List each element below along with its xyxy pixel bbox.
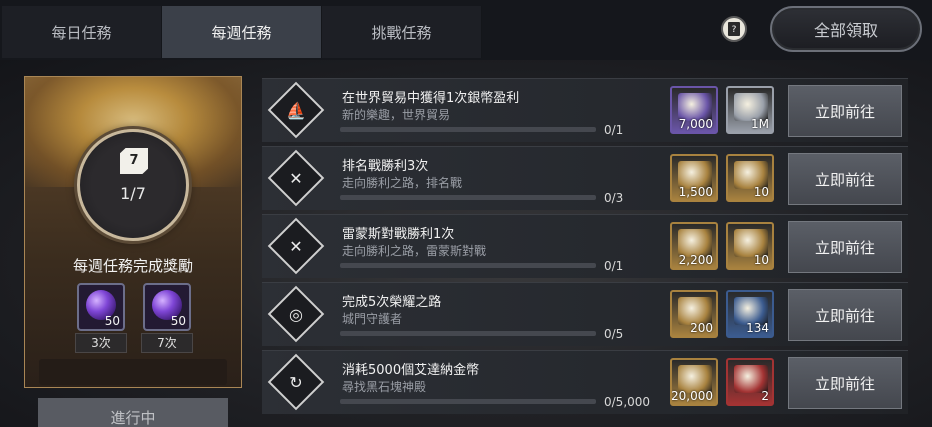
- go-now-button[interactable]: 立即前往: [788, 221, 902, 273]
- reward-qty: 50: [104, 314, 120, 328]
- mission-progress-text: 0/5,000: [604, 395, 651, 409]
- go-now-button[interactable]: 立即前往: [788, 357, 902, 409]
- mission-row: ↻ 消耗5000個艾達納金幣 尋找黑石塊神殿 0/5,000 20,000 2 立即前往: [262, 350, 908, 414]
- mission-title: 排名戰勝利3次: [342, 159, 429, 174]
- reward-tier-tag: 3次: [75, 333, 127, 353]
- mission-glyph: ✕: [289, 236, 303, 256]
- trade-ship-icon: ⛵: [267, 81, 325, 139]
- in-progress-button[interactable]: 進行中: [38, 398, 228, 427]
- mission-progress-text: 0/3: [604, 191, 624, 205]
- reward-qty: 200: [690, 321, 713, 335]
- reward-qty: 10: [753, 185, 769, 199]
- purple-orb-icon[interactable]: 50: [77, 283, 125, 331]
- mission-row: ✕ 雷蒙斯對戰勝利1次走向勝利之路，雷蒙斯對戰 0/1 2,200 10 立即前往: [262, 214, 908, 278]
- gold-pile-icon[interactable]: 20,000: [670, 358, 718, 406]
- red-banner-icon[interactable]: 2: [726, 358, 774, 406]
- mission-progress-text: 0/1: [604, 123, 624, 137]
- mission-progress-bar: [340, 127, 596, 132]
- mission-glyph: ⛵: [286, 100, 306, 120]
- mission-title: 消耗5000個艾達納金幣: [342, 363, 480, 378]
- mission-subtitle: 尋找黑石塊神殿: [342, 380, 427, 394]
- mission-subtitle: 走向勝利之路，排名戰: [342, 176, 463, 190]
- mission-glyph: ↻: [289, 372, 303, 392]
- reward-qty: 1M: [751, 117, 769, 131]
- mission-title: 雷蒙斯對戰勝利1次: [342, 227, 455, 242]
- reward-qty: 50: [170, 314, 186, 328]
- claim-all-button[interactable]: 全部領取: [770, 6, 922, 52]
- mission-subtitle: 城門守護者: [342, 312, 403, 326]
- mission-glyph: ✕: [289, 168, 303, 188]
- reward-tier-tag: 7次: [141, 333, 193, 353]
- tab-bar: 每日任務 每週任務 挑戰任務: [2, 6, 482, 58]
- reward-title: 每週任務完成獎勵: [72, 257, 193, 275]
- silver-coin-icon[interactable]: 1M: [726, 86, 774, 134]
- book-help-icon[interactable]: ?: [721, 16, 747, 42]
- reward-qty: 2,200: [678, 253, 713, 267]
- mission-progress-bar: [340, 399, 596, 404]
- mission-subtitle: 走向勝利之路，雷蒙斯對戰: [342, 244, 487, 258]
- tab-challenge[interactable]: 挑戰任務: [322, 6, 482, 58]
- mission-title: 在世界貿易中獲得1次銀幣盈利: [342, 91, 520, 106]
- crossed-swords-icon: ✕: [267, 217, 325, 275]
- mission-progress-text: 0/5: [604, 327, 624, 341]
- refresh-cycle-icon: ↻: [267, 353, 325, 411]
- scroll-icon[interactable]: 1,500: [670, 154, 718, 202]
- svg-text:?: ?: [732, 25, 737, 35]
- spiral-gate-icon: ◎: [267, 285, 325, 343]
- reward-qty: 20,000: [671, 389, 713, 403]
- go-now-button[interactable]: 立即前往: [788, 289, 902, 341]
- book-help-glyph: ?: [728, 22, 740, 36]
- reward-qty: 2: [761, 389, 769, 403]
- ticket-stack-icon[interactable]: 7,000: [670, 86, 718, 134]
- tab-weekly[interactable]: 每週任務: [162, 6, 322, 58]
- mission-progress-bar: [340, 263, 596, 268]
- stone-tablet-icon[interactable]: 2,200: [670, 222, 718, 270]
- medal-icon[interactable]: 10: [726, 154, 774, 202]
- mission-row: ✕ 排名戰勝利3次走向勝利之路，排名戰 0/3 1,500 10 立即前往: [262, 146, 908, 210]
- mission-row: ⛵ 在世界貿易中獲得1次銀幣盈利 新的樂趣，世界貿易 0/1 7,000 1M 立即前往: [262, 78, 908, 142]
- mission-title: 完成5次榮耀之路: [342, 295, 442, 310]
- reward-qty: 134: [746, 321, 769, 335]
- reward-qty: 10: [753, 253, 769, 267]
- mission-glyph: ◎: [289, 304, 303, 324]
- medal-icon[interactable]: 10: [726, 222, 774, 270]
- bronze-coin-icon[interactable]: 200: [670, 290, 718, 338]
- crossed-swords-icon: ✕: [267, 149, 325, 207]
- reward-qty: 1,500: [678, 185, 713, 199]
- mission-progress-text: 0/1: [604, 259, 624, 273]
- weekly-reward-card: 7 1/7 每週任務完成獎勵 50 50 3次 7次: [24, 76, 242, 388]
- reward-qty: 7,000: [678, 117, 713, 131]
- tab-daily[interactable]: 每日任務: [2, 6, 162, 58]
- weekly-count: 1/7: [120, 184, 146, 203]
- weekly-medal: 7 1/7: [77, 129, 189, 241]
- reward-progress-track: [39, 359, 227, 385]
- go-now-button[interactable]: 立即前往: [788, 85, 902, 137]
- purple-orb-icon[interactable]: 50: [143, 283, 191, 331]
- blue-crest-icon[interactable]: 134: [726, 290, 774, 338]
- calendar-icon: 7: [120, 148, 148, 174]
- mission-progress-bar: [340, 195, 596, 200]
- mission-progress-bar: [340, 331, 596, 336]
- mission-row: ◎ 完成5次榮耀之路 城門守護者 0/5 200 134 立即前往: [262, 282, 908, 346]
- mission-subtitle: 新的樂趣，世界貿易: [342, 108, 451, 122]
- go-now-button[interactable]: 立即前往: [788, 153, 902, 205]
